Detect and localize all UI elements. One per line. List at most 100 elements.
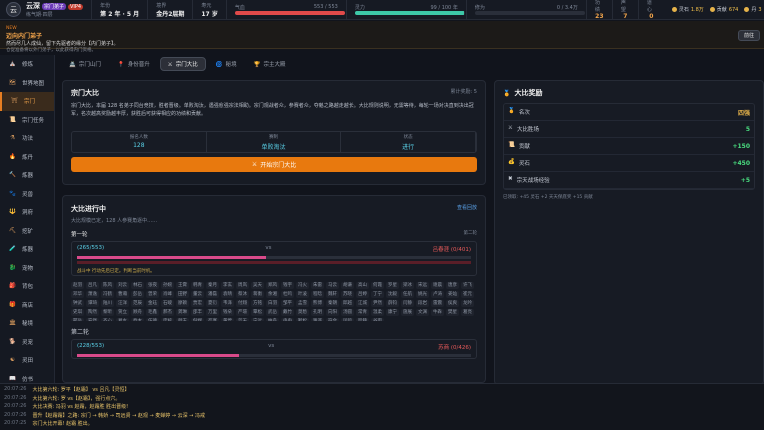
sidebar-icon: 🐉 [9,264,16,271]
cult-value: 0 / 3.4万 [556,5,578,11]
participant-name: 魏轩 [326,291,339,298]
participant-name: 齐心 [101,318,114,321]
contest-stat-value: 进行 [402,144,415,151]
participant-name: 袁晴 [221,291,234,298]
log-time: 20:07:26 [4,394,27,401]
start-contest-label: 开始宗门大比 [260,162,297,169]
sidebar-item[interactable]: ⛏ 挖矿 [0,222,54,241]
participant-name: 靳松 [296,318,309,321]
participant-name: 唐彦 [446,282,459,289]
sidebar-item[interactable]: 📜 宗门任务 [0,111,54,130]
participant-name: 曹瀚 [116,291,129,298]
participant-name: 苏晓 [341,291,354,298]
participant-name: 周岚 [236,282,249,289]
header-block-label: 年份 [100,2,111,9]
participant-name: 蔡沐 [236,291,249,298]
participant-name: 闫静 [401,300,414,307]
participant-name: 江城 [356,300,369,307]
rewards-footer: 已领取: +45 灵石 +2 天天保底奖 +15 贡献 [503,195,593,200]
currency-label: 贡献 [716,7,727,13]
round1-opponent: 吕春涯 (0/401) [432,247,471,253]
sidebar-item[interactable]: 🎁 商店 [0,296,54,315]
participant-name: 施展 [401,309,414,316]
contest-stat: 状态 进行 [341,132,477,152]
sidebar-item[interactable]: ⛩ 宗门 [0,92,54,111]
participant-name: 丁宁 [371,291,384,298]
header-stat-label: 声望 [620,0,626,13]
reward-row: 💰 灵石 +450 [504,155,754,172]
sidebar-item[interactable]: 🧪 炼器 [0,240,54,259]
reward-label-wrap: ✖ 宗天战场经验 [508,176,550,184]
start-contest-button[interactable]: ⚔ 开始宗门大比 [71,157,477,172]
header-block-label: 境界 [156,2,167,9]
sidebar-item-label: 挖矿 [22,228,34,235]
avatar[interactable]: 云 [6,2,21,17]
sidebar-icon: 🗺 [9,79,16,86]
participant-name: 孔明 [311,309,324,316]
header-block: 年份第 2 年 · 5 月 [91,0,147,20]
player-subtitle: 练气期·四层 [26,12,53,18]
sidebar-item-label: 宠物 [22,265,34,272]
notice-go-button[interactable]: 前往 [737,30,760,41]
currency-item: 丹3 [744,6,762,13]
participant-name: 伍德 [146,318,159,321]
sidebar-item-label: 世界地图 [22,80,45,87]
participant-name: 倪端 [191,318,204,321]
tab-item[interactable]: 🏯 宗门山门 [62,58,108,70]
header-block-value: 17 岁 [201,10,218,18]
sword-icon: ⚔ [251,161,258,168]
participant-name: 安然 [86,318,99,321]
rewards-list: 🏅 名次 四强 ⚔ 大比胜场 5 📜 贡献 +150 💰 灵石 +450 ✖ 宗天战场经验 +5 [503,103,755,190]
round2-hp-bar [77,354,471,357]
replay-link[interactable]: 查看回放 [457,204,477,214]
sidebar-item[interactable]: 🗺 世界地图 [0,74,54,93]
sidebar-item[interactable]: 🔱 洞府 [0,203,54,222]
participant-name: 刘云 [116,282,129,289]
contest-stat-value: 128 [133,142,145,149]
participant-name: 陶然 [86,309,99,316]
sidebar-item[interactable]: 🐾 灵兽 [0,185,54,204]
tab-item[interactable]: ⚔ 宗门大比 [159,56,206,71]
sidebar-item[interactable]: ☯ 灵田 [0,351,54,370]
tab-label: 宗主大殿 [263,61,286,68]
tab-icon: 🏆 [253,61,261,68]
round2-match: (228/553) vs 苏商 (0/426) [71,339,477,359]
sidebar-icon: 📖 [9,375,16,382]
participant-name: 熊博 [311,300,324,307]
sidebar-item[interactable]: 🔥 炼丹 [0,148,54,167]
sidebar-item[interactable]: 🔨 炼器 [0,166,54,185]
participant-name: 路遥 [311,318,324,321]
reward-value: 5 [745,125,750,133]
sidebar-item-label: 洞府 [22,210,34,217]
sidebar-icon: 🎒 [9,283,16,290]
sidebar-item-label: 仿书 [22,376,34,383]
sidebar-item[interactable]: ⛪ 修炼 [0,55,54,74]
participant-name: 肖峰 [161,291,174,298]
sidebar-item[interactable]: ⚗ 功法 [0,129,54,148]
sidebar-item-label: 商店 [22,302,34,309]
sidebar-item[interactable]: 🐕 灵宠 [0,333,54,352]
tab-item[interactable]: 🏆 宗主大殿 [247,58,293,70]
tab-item[interactable]: 📍 身份晋升 [111,58,157,70]
sidebar-item[interactable]: 🐉 宠物 [0,259,54,278]
participant-name: 莫愁 [296,309,309,316]
participant-name: 毛鑫 [146,309,159,316]
sidebar-item[interactable]: 🎒 背包 [0,277,54,296]
participant-name: 谢晨 [431,282,444,289]
log-line: 20:07:26 大比第六轮: 罗 vs【赵霜】，强行点穴。 [4,395,760,404]
reward-row: 📜 贡献 +150 [504,138,754,155]
participant-name: 白羽 [266,300,279,307]
participant-name: 郑风 [266,282,279,289]
log-message: 大比第六轮: 罗平【赵霜】 vs 吕凡【灵恒】 [32,387,130,393]
main-panel: 🏯 宗门山门 📍 身份晋升 ⚔ 宗门大比 🌀 秘境 🏆 宗主大殿 宗门大比 累计奖励: 5 宗门大… [62,55,486,383]
participant-name: 葛亮 [461,309,474,316]
participant-name: 庞统 [161,318,174,321]
contest-title: 宗门大比 [71,89,99,97]
tab-icon: 📍 [117,61,125,68]
tab-item[interactable]: 🌀 秘境 [209,58,244,70]
rewards-title: 大比奖励 [514,89,543,97]
participant-name: 邢岳 [71,318,84,321]
sidebar-item[interactable]: 🏛 秘境 [0,314,54,333]
notice-title: 迈向内门弟子 [6,33,43,40]
participant-name: 乔木 [131,318,144,321]
